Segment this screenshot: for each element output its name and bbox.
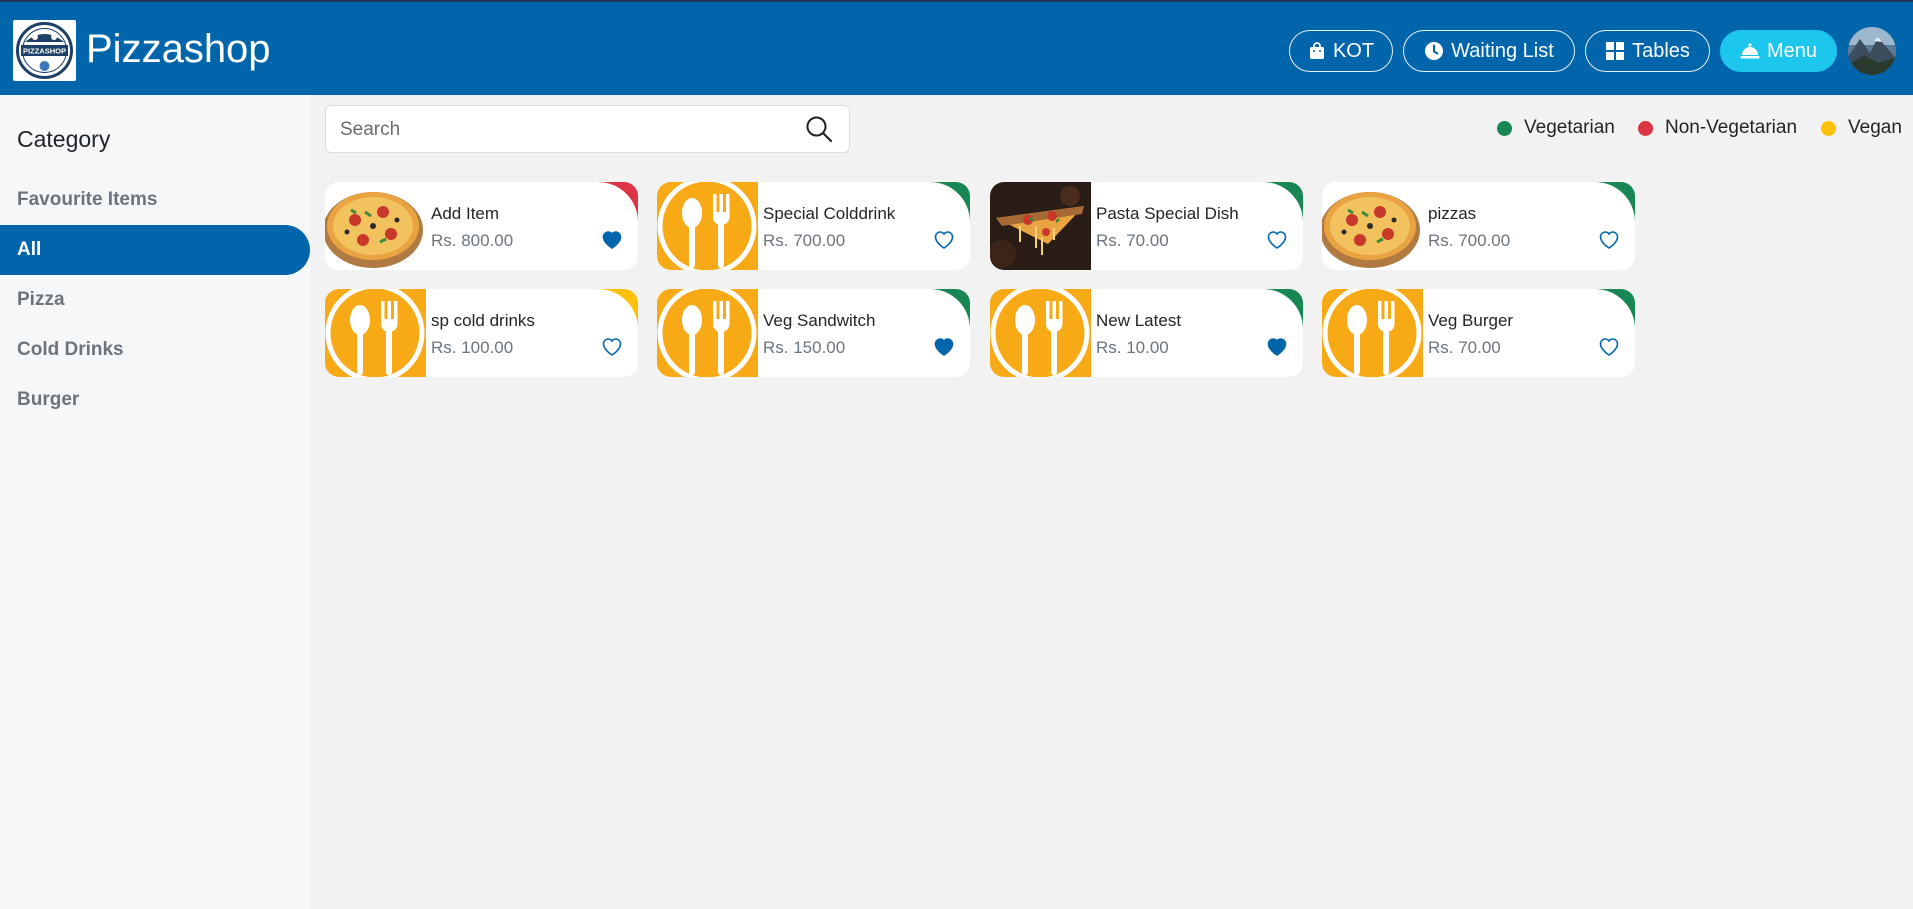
item-name: Special Colddrink xyxy=(763,204,896,223)
item-name: Add Item xyxy=(431,204,500,223)
menu-item-card[interactable]: pizzas Rs. 700.00 xyxy=(1322,182,1635,270)
favorite-heart-icon[interactable] xyxy=(1265,334,1289,358)
cloche-icon xyxy=(1740,43,1760,59)
item-price: Rs. 10.00 xyxy=(1096,338,1169,357)
user-avatar[interactable] xyxy=(1848,27,1896,75)
utensils-image xyxy=(657,182,758,270)
legend-vegan: Vegan xyxy=(1821,117,1902,139)
sidebar-item-all[interactable]: All xyxy=(0,225,310,275)
item-name: New Latest xyxy=(1096,311,1182,330)
utensils-image xyxy=(990,289,1091,377)
svg-text:PIZZASHOP: PIZZASHOP xyxy=(23,47,66,56)
utensils-image xyxy=(325,289,426,377)
waiting-list-label: Waiting List xyxy=(1451,39,1554,62)
kot-label: KOT xyxy=(1332,39,1375,62)
pizzashop-logo[interactable]: PIZZASHOP xyxy=(13,20,76,81)
pizza-image xyxy=(1322,182,1423,270)
legend-non-vegetarian: Non-Vegetarian xyxy=(1638,117,1797,139)
tables-button[interactable]: Tables xyxy=(1585,30,1710,72)
waiting-list-button[interactable]: Waiting List xyxy=(1403,30,1575,72)
category-sidebar: Category Favourite Items All Pizza Cold … xyxy=(0,95,310,909)
item-name: pizzas xyxy=(1428,204,1477,223)
menu-item-card[interactable]: sp cold drinks Rs. 100.00 xyxy=(325,289,638,377)
sidebar-item-cold-drinks[interactable]: Cold Drinks xyxy=(0,325,310,375)
clock-icon xyxy=(1425,42,1444,60)
search-icon[interactable] xyxy=(804,114,834,144)
sidebar-title: Category xyxy=(17,126,111,152)
item-name: Veg Burger xyxy=(1428,311,1514,330)
bag-icon xyxy=(1309,42,1324,59)
menu-item-card[interactable]: Veg Burger Rs. 70.00 xyxy=(1322,289,1635,377)
sidebar-item-pizza[interactable]: Pizza xyxy=(0,275,310,325)
menu-item-card[interactable]: New Latest Rs. 10.00 xyxy=(990,289,1303,377)
item-price: Rs. 70.00 xyxy=(1428,338,1501,357)
favorite-heart-icon[interactable] xyxy=(932,334,956,358)
utensils-image xyxy=(657,289,758,377)
item-price: Rs. 800.00 xyxy=(431,231,514,250)
favorite-heart-icon[interactable] xyxy=(1597,227,1621,251)
veg-indicator xyxy=(1263,289,1303,329)
utensils-image xyxy=(1322,289,1423,377)
top-navbar: PIZZASHOP Pizzashop KOT Waiting List Tab… xyxy=(0,0,1913,95)
sidebar-item-burger[interactable]: Burger xyxy=(0,375,310,425)
vegan-indicator xyxy=(598,289,638,329)
vegan-dot xyxy=(1821,120,1836,136)
menu-item-card[interactable]: Pasta Special Dish Rs. 70.00 xyxy=(990,182,1303,270)
menu-item-card[interactable]: Add Item Rs. 800.00 xyxy=(325,182,638,270)
menu-item-card[interactable]: Special Colddrink Rs. 700.00 xyxy=(657,182,970,270)
favorite-heart-icon[interactable] xyxy=(600,334,624,358)
legend-vegetarian: Vegetarian xyxy=(1497,117,1615,139)
item-price: Rs. 100.00 xyxy=(431,338,514,357)
vegetarian-dot xyxy=(1497,120,1512,136)
search-input[interactable] xyxy=(340,116,780,144)
item-name: Veg Sandwitch xyxy=(763,311,876,330)
item-name: sp cold drinks xyxy=(431,311,535,330)
veg-indicator xyxy=(1595,289,1635,329)
item-price: Rs. 700.00 xyxy=(763,231,846,250)
app-title: Pizzashop xyxy=(86,27,271,71)
search-box xyxy=(325,105,850,153)
pizza-image xyxy=(325,182,426,270)
item-price: Rs. 700.00 xyxy=(1428,231,1511,250)
favorite-heart-icon[interactable] xyxy=(600,227,624,251)
grid-icon xyxy=(1606,42,1625,60)
veg-indicator xyxy=(930,182,970,222)
non-vegetarian-dot xyxy=(1638,120,1653,136)
legend-label: Vegetarian xyxy=(1524,117,1615,138)
favorite-heart-icon[interactable] xyxy=(1265,227,1289,251)
non-veg-indicator xyxy=(598,182,638,222)
favorite-heart-icon[interactable] xyxy=(1597,334,1621,358)
pizza-slice-image xyxy=(990,182,1091,270)
item-name: Pasta Special Dish xyxy=(1096,204,1239,223)
legend-label: Vegan xyxy=(1848,117,1902,138)
item-price: Rs. 70.00 xyxy=(1096,231,1169,250)
veg-indicator xyxy=(930,289,970,329)
sidebar-item-favourite-items[interactable]: Favourite Items xyxy=(0,175,310,225)
menu-item-card[interactable]: Veg Sandwitch Rs. 150.00 xyxy=(657,289,970,377)
menu-label: Menu xyxy=(1766,39,1818,62)
menu-button[interactable]: Menu xyxy=(1720,30,1837,72)
legend-label: Non-Vegetarian xyxy=(1665,117,1798,138)
item-price: Rs. 150.00 xyxy=(763,338,846,357)
tables-label: Tables xyxy=(1632,39,1690,62)
veg-indicator xyxy=(1263,182,1303,222)
veg-indicator xyxy=(1595,182,1635,222)
kot-button[interactable]: KOT xyxy=(1289,30,1393,72)
favorite-heart-icon[interactable] xyxy=(932,227,956,251)
